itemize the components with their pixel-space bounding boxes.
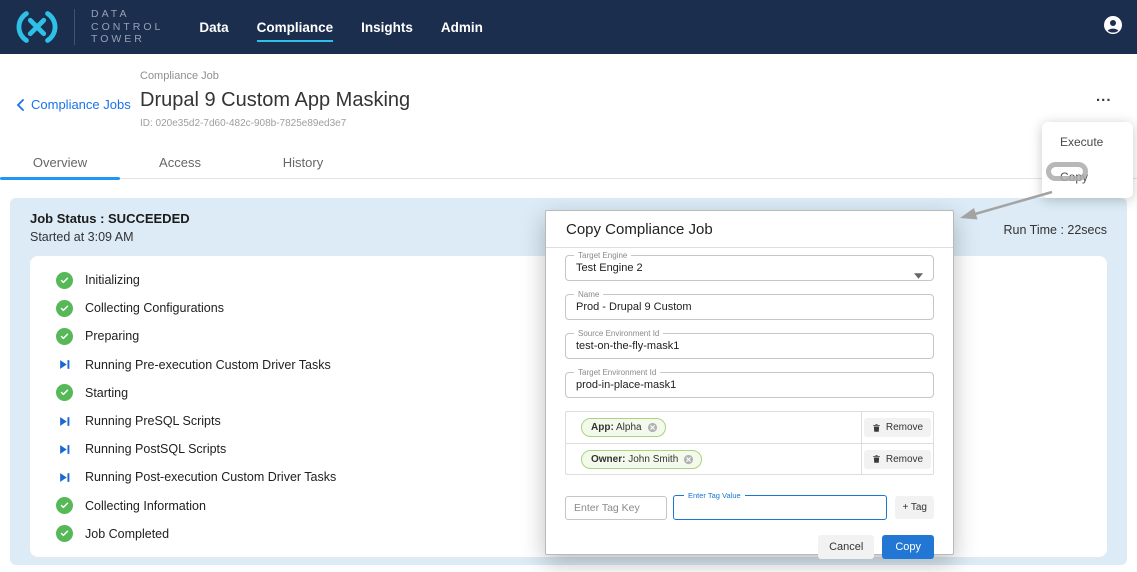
nav-item-compliance[interactable]: Compliance bbox=[257, 20, 334, 35]
add-tag-row: Enter Tag Value + Tag bbox=[565, 495, 934, 520]
dct-logo-icon bbox=[12, 10, 62, 44]
name-field[interactable]: Name Prod - Drupal 9 Custom bbox=[565, 294, 934, 320]
target-engine-label: Target Engine bbox=[574, 251, 631, 260]
tag-pill-owner: Owner: John Smith bbox=[581, 450, 702, 469]
copy-button[interactable]: Copy bbox=[882, 535, 934, 559]
skip-forward-icon bbox=[56, 413, 73, 430]
remove-tag-button[interactable]: Remove bbox=[864, 450, 931, 469]
tag-row-owner: Owner: John Smith Remove bbox=[566, 443, 933, 474]
tag-key-input[interactable] bbox=[565, 496, 667, 520]
target-environment-id-field[interactable]: Target Environment Id prod-in-place-mask… bbox=[565, 372, 934, 398]
nav-item-data[interactable]: Data bbox=[199, 20, 228, 35]
chevron-left-icon bbox=[16, 99, 24, 111]
copy-compliance-job-modal: Copy Compliance Job Target Engine Test E… bbox=[545, 210, 954, 555]
cancel-button[interactable]: Cancel bbox=[818, 535, 874, 559]
success-check-icon bbox=[56, 497, 73, 514]
top-navbar: DATA CONTROL TOWER Data Compliance Insig… bbox=[0, 0, 1137, 54]
chevron-down-icon bbox=[914, 266, 923, 284]
nav-item-insights[interactable]: Insights bbox=[361, 20, 413, 35]
tag-pill-app: App: Alpha bbox=[581, 418, 666, 437]
tag-value-field: Enter Tag Value bbox=[673, 495, 887, 520]
overflow-menu-button[interactable]: ... bbox=[1096, 88, 1112, 105]
overflow-menu: Execute Copy bbox=[1042, 122, 1133, 198]
modal-footer: Cancel Copy bbox=[565, 535, 934, 559]
tab-bar: Overview Access History bbox=[0, 150, 1137, 179]
target-engine-select[interactable]: Target Engine Test Engine 2 bbox=[565, 255, 934, 281]
menu-item-execute[interactable]: Execute bbox=[1060, 135, 1103, 149]
tag-remove-x-icon[interactable] bbox=[647, 422, 658, 433]
tab-overview[interactable]: Overview bbox=[0, 150, 120, 178]
main-nav: Data Compliance Insights Admin bbox=[199, 20, 483, 35]
user-avatar-icon[interactable] bbox=[1103, 15, 1123, 40]
name-value: Prod - Drupal 9 Custom bbox=[566, 295, 933, 319]
name-label: Name bbox=[574, 290, 603, 299]
back-link-label: Compliance Jobs bbox=[31, 97, 131, 112]
menu-item-copy[interactable]: Copy bbox=[1060, 170, 1088, 184]
modal-title: Copy Compliance Job bbox=[546, 211, 953, 248]
page-eyebrow: Compliance Job bbox=[140, 70, 410, 82]
tab-access[interactable]: Access bbox=[120, 150, 240, 178]
source-environment-id-field[interactable]: Source Environment Id test-on-the-fly-ma… bbox=[565, 333, 934, 359]
skip-forward-icon bbox=[56, 441, 73, 458]
tag-value-label: Enter Tag Value bbox=[684, 491, 745, 500]
logo-wordmark: DATA CONTROL TOWER bbox=[91, 8, 163, 46]
success-check-icon bbox=[56, 300, 73, 317]
tag-remove-x-icon[interactable] bbox=[683, 454, 694, 465]
job-runtime-text: Run Time : 22secs bbox=[1003, 223, 1107, 244]
skip-forward-icon bbox=[56, 356, 73, 373]
page-title-block: Compliance Job Drupal 9 Custom App Maski… bbox=[140, 70, 410, 129]
tags-table: App: Alpha Remove Owner: Joh bbox=[565, 411, 934, 475]
tag-row-app: App: Alpha Remove bbox=[566, 412, 933, 443]
remove-tag-button[interactable]: Remove bbox=[864, 418, 931, 437]
dct-logo[interactable]: DATA CONTROL TOWER bbox=[12, 8, 163, 46]
success-check-icon bbox=[56, 384, 73, 401]
job-status-text: Job Status : SUCCEEDED bbox=[30, 211, 190, 226]
success-check-icon bbox=[56, 272, 73, 289]
job-id: ID: 020e35d2-7d60-482c-908b-7825e89ed3e7 bbox=[140, 118, 410, 129]
back-link-compliance-jobs[interactable]: Compliance Jobs bbox=[16, 97, 131, 112]
add-tag-button[interactable]: + Tag bbox=[895, 496, 934, 519]
source-environment-id-label: Source Environment Id bbox=[574, 329, 663, 338]
logo-divider bbox=[74, 9, 75, 45]
job-started-text: Started at 3:09 AM bbox=[30, 230, 190, 244]
success-check-icon bbox=[56, 328, 73, 345]
skip-forward-icon bbox=[56, 469, 73, 486]
trash-icon bbox=[872, 454, 881, 464]
app-window: DATA CONTROL TOWER Data Compliance Insig… bbox=[0, 0, 1137, 572]
page-title: Drupal 9 Custom App Masking bbox=[140, 89, 410, 112]
tab-history[interactable]: History bbox=[240, 150, 366, 178]
success-check-icon bbox=[56, 525, 73, 542]
trash-icon bbox=[872, 423, 881, 433]
nav-item-admin[interactable]: Admin bbox=[441, 20, 483, 35]
target-environment-id-label: Target Environment Id bbox=[574, 368, 660, 377]
